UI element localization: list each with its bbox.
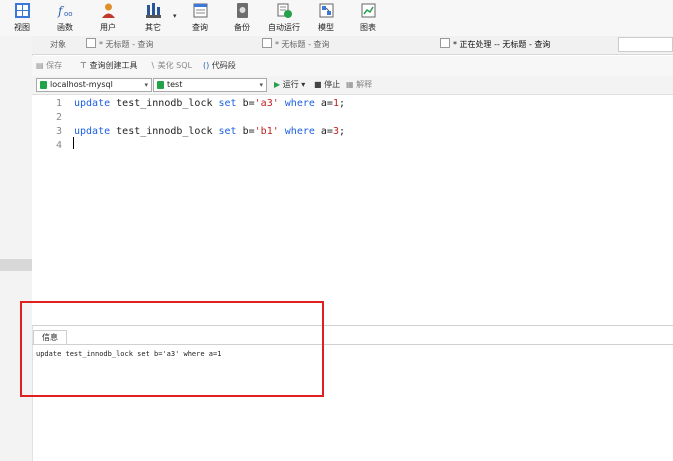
connection-icon: [40, 81, 47, 89]
main-toolbar: 视图 f oo 函数 用户 其它 ▾ 查询 备份 自动运行 模型 图表: [0, 0, 673, 37]
code-token: a=: [320, 98, 333, 109]
code-token: test_innodb_lock: [116, 98, 219, 109]
code-token: set: [218, 98, 243, 109]
toolbar-user-button[interactable]: 用户: [88, 0, 128, 36]
code-line: update test_innodb_lock set b='a3' where…: [74, 98, 345, 109]
database-icon: [157, 81, 164, 89]
connection-select[interactable]: localhost-mysql ▾: [36, 78, 152, 92]
tab-label: * 正在处理 -- 无标题 - 查询: [453, 40, 551, 49]
save-icon: ▤: [36, 61, 44, 70]
explain-button[interactable]: ▦ 解释: [346, 79, 372, 90]
toolbar-label: 图表: [360, 23, 376, 32]
annotation-highlight-box: [20, 301, 324, 397]
tab-label: * 无标题 - 查询: [275, 40, 330, 49]
query-tab-icon: [86, 38, 96, 48]
stop-label: 停止: [324, 80, 341, 89]
magic-wand-icon: ∖: [150, 61, 156, 70]
tab-search-input[interactable]: [618, 37, 673, 52]
query-tab-icon: [262, 38, 272, 48]
function-icon: f oo: [57, 4, 73, 18]
save-button[interactable]: ▤ 保存: [36, 60, 62, 71]
builder-label: 查询创建工具: [89, 61, 138, 70]
code-token: 'a3': [254, 98, 279, 109]
builder-icon: ⊤: [80, 61, 87, 70]
line-number: 4: [55, 140, 62, 151]
code-token: ;: [338, 98, 346, 109]
code-line: update test_innodb_lock set b='b1' where…: [74, 126, 345, 137]
query-builder-button[interactable]: ⊤ 查询创建工具: [80, 60, 138, 71]
code-token: update: [74, 98, 117, 109]
toolbar-label: 其它: [145, 23, 161, 32]
text-caret: [73, 137, 74, 149]
explain-icon: ▦: [346, 80, 354, 89]
code-snippet-button[interactable]: () 代码段: [203, 60, 236, 71]
sql-editor[interactable]: update test_innodb_lock set b='a3' where…: [64, 95, 673, 325]
run-button[interactable]: ▶ 运行 ▾: [274, 79, 305, 90]
chevron-down-icon: ▾: [301, 80, 306, 89]
code-token: 'b1': [254, 126, 279, 137]
stop-icon: ■: [314, 80, 322, 89]
toolbar-query-button[interactable]: 查询: [180, 0, 220, 36]
backup-icon: [237, 3, 248, 18]
code-token: a=: [320, 126, 333, 137]
toolbar-model-button[interactable]: 模型: [306, 0, 346, 36]
toolbar-dropdown-arrow-icon[interactable]: ▾: [173, 12, 177, 20]
line-number: 1: [55, 98, 62, 109]
explain-label: 解释: [356, 80, 373, 89]
code-token: b=: [242, 98, 255, 109]
code-token: ;: [338, 126, 346, 137]
toolbar-function-button[interactable]: f oo 函数: [45, 0, 85, 36]
query-toolbar: ▤ 保存 ⊤ 查询创建工具 ∖ 美化 SQL () 代码段: [32, 56, 673, 76]
svg-text:oo: oo: [64, 10, 73, 18]
query-tab-icon: [440, 38, 450, 48]
query-icon: [193, 3, 208, 18]
database-value: test: [167, 80, 183, 89]
line-number-gutter: 1 2 3 4: [32, 95, 64, 325]
braces-icon: (): [203, 61, 210, 70]
beautify-label: 美化 SQL: [157, 61, 193, 70]
play-icon: ▶: [274, 80, 281, 89]
code-token: b=: [242, 126, 255, 137]
stop-button[interactable]: ■ 停止: [314, 79, 340, 90]
code-token: set: [218, 126, 243, 137]
code-token: where: [284, 126, 321, 137]
run-label: 运行: [282, 80, 299, 89]
database-select[interactable]: test ▾: [153, 78, 267, 92]
code-token: where: [284, 98, 321, 109]
tab-query-active[interactable]: * 正在处理 -- 无标题 - 查询: [440, 36, 550, 54]
code-token: update: [74, 126, 117, 137]
tools-icon: [146, 3, 161, 18]
connection-value: localhost-mysql: [50, 80, 113, 89]
tab-objects[interactable]: 对象: [50, 36, 66, 54]
tab-query-1[interactable]: * 无标题 - 查询: [86, 36, 154, 54]
sidebar-scroll-marker[interactable]: [0, 259, 32, 271]
schedule-icon: [277, 3, 292, 18]
tab-bar: 对象 * 无标题 - 查询 * 无标题 - 查询 * 正在处理 -- 无标题 -…: [32, 36, 673, 55]
model-icon: [319, 3, 334, 18]
chevron-down-icon: ▾: [259, 81, 263, 89]
toolbar-other-button[interactable]: 其它: [133, 0, 173, 36]
chevron-down-icon: ▾: [144, 81, 148, 89]
code-token: test_innodb_lock: [116, 126, 219, 137]
toolbar-backup-button[interactable]: 备份: [222, 0, 262, 36]
toolbar-chart-button[interactable]: 图表: [348, 0, 388, 36]
tab-label: * 无标题 - 查询: [99, 40, 154, 49]
tab-query-2[interactable]: * 无标题 - 查询: [262, 36, 330, 54]
snippet-label: 代码段: [211, 61, 236, 70]
object-sidebar: [0, 36, 33, 461]
connection-bar: localhost-mysql ▾ test ▾ ▶ 运行 ▾ ■ 停止 ▦ 解…: [32, 76, 673, 95]
beautify-sql-button[interactable]: ∖ 美化 SQL: [150, 60, 192, 71]
grid-icon: [15, 3, 30, 18]
user-icon: [102, 3, 115, 18]
save-label: 保存: [46, 61, 63, 70]
line-number: 2: [55, 112, 62, 123]
line-number: 3: [55, 126, 62, 137]
toolbar-schedule-button[interactable]: 自动运行: [264, 0, 304, 36]
chart-icon: [361, 3, 376, 18]
toolbar-view-button[interactable]: 视图: [2, 0, 42, 36]
